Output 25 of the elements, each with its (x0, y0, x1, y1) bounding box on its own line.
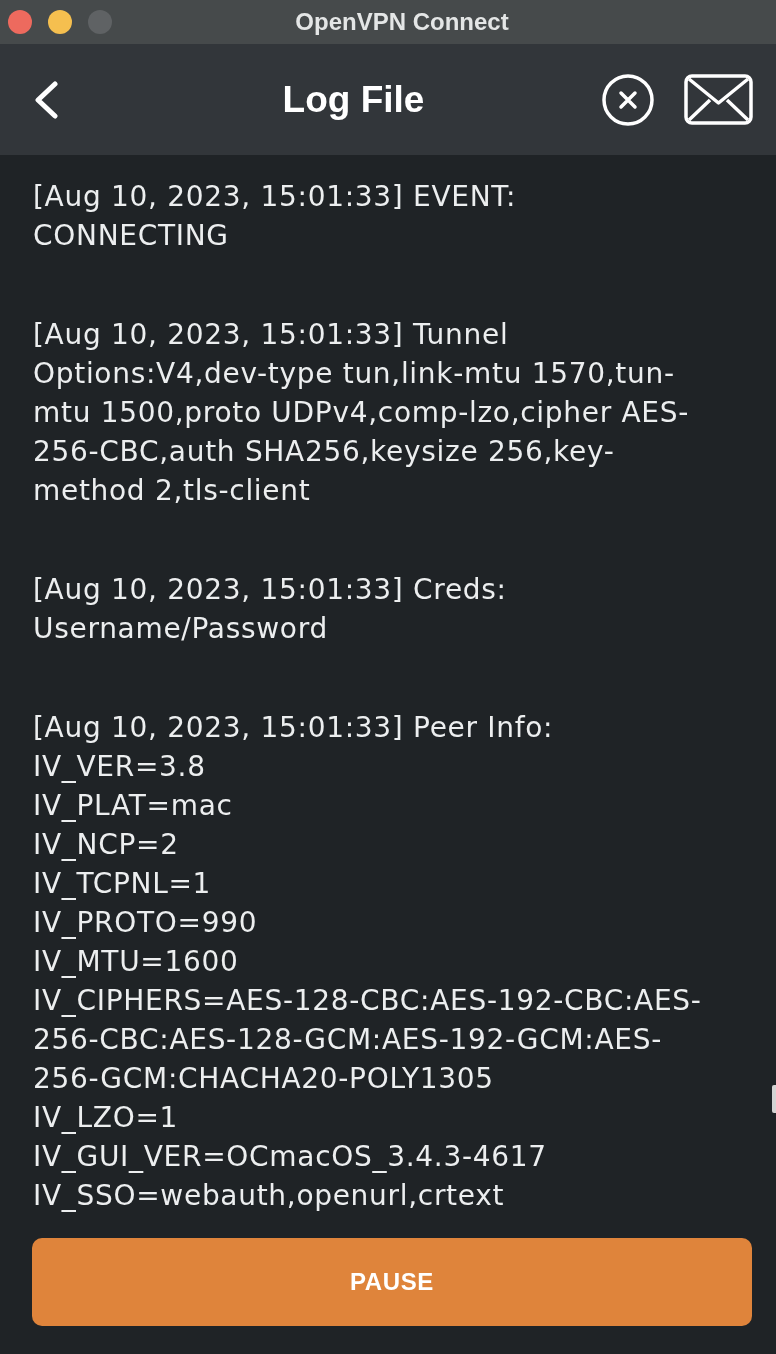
pause-button[interactable]: PAUSE (32, 1238, 752, 1326)
window-minimize-icon[interactable] (48, 10, 72, 34)
log-entry: [Aug 10, 2023, 15:01:33] EVENT: CONNECTING (33, 179, 518, 254)
mail-icon (684, 74, 753, 125)
log-line: IV_VER=3.8 (33, 749, 207, 785)
chevron-left-icon (33, 80, 59, 119)
log-entry: [Aug 10, 2023, 15:01:33] Creds: Username/Password (33, 572, 508, 647)
log-entry: [Aug 10, 2023, 15:01:33] Tunnel Options:V4,dev-type tun,link-mtu 1570,tun-mtu 1500,proto UDPv4,comp-lzo,cipher AES-256-CBC,auth SHA256,keysize 256,key-method 2,tls-client (33, 317, 691, 509)
log-line: IV_NCP=2 (33, 827, 180, 863)
log-line: IV_PLAT=mac (33, 788, 234, 824)
scrollbar-thumb[interactable] (772, 1085, 776, 1113)
log-line: IV_SSO=webauth,openurl,crtext (33, 1178, 506, 1214)
window-close-icon[interactable] (8, 10, 32, 34)
log-line: IV_CIPHERS=AES-128-CBC:AES-192-CBC:AES-256-CBC:AES-128-GCM:AES-192-GCM:AES-256-GCM:CHACHA20-POLY1305 (33, 983, 703, 1097)
log-entry: [Aug 10, 2023, 15:01:33] Peer Info: (33, 710, 555, 746)
clear-button[interactable] (602, 73, 654, 126)
log-line: IV_TCPNL=1 (33, 866, 213, 902)
page-title: Log File (281, 78, 426, 121)
log-line: IV_MTU=1600 (33, 944, 240, 980)
log-line: IV_PROTO=990 (33, 905, 259, 941)
close-icon (602, 73, 654, 126)
log-line: IV_LZO=1 (33, 1100, 180, 1136)
email-button[interactable] (684, 74, 753, 125)
window-title: OpenVPN Connect (294, 8, 509, 36)
log-line: IV_GUI_VER=OCmacOS_3.4.3-4617 (33, 1139, 548, 1175)
